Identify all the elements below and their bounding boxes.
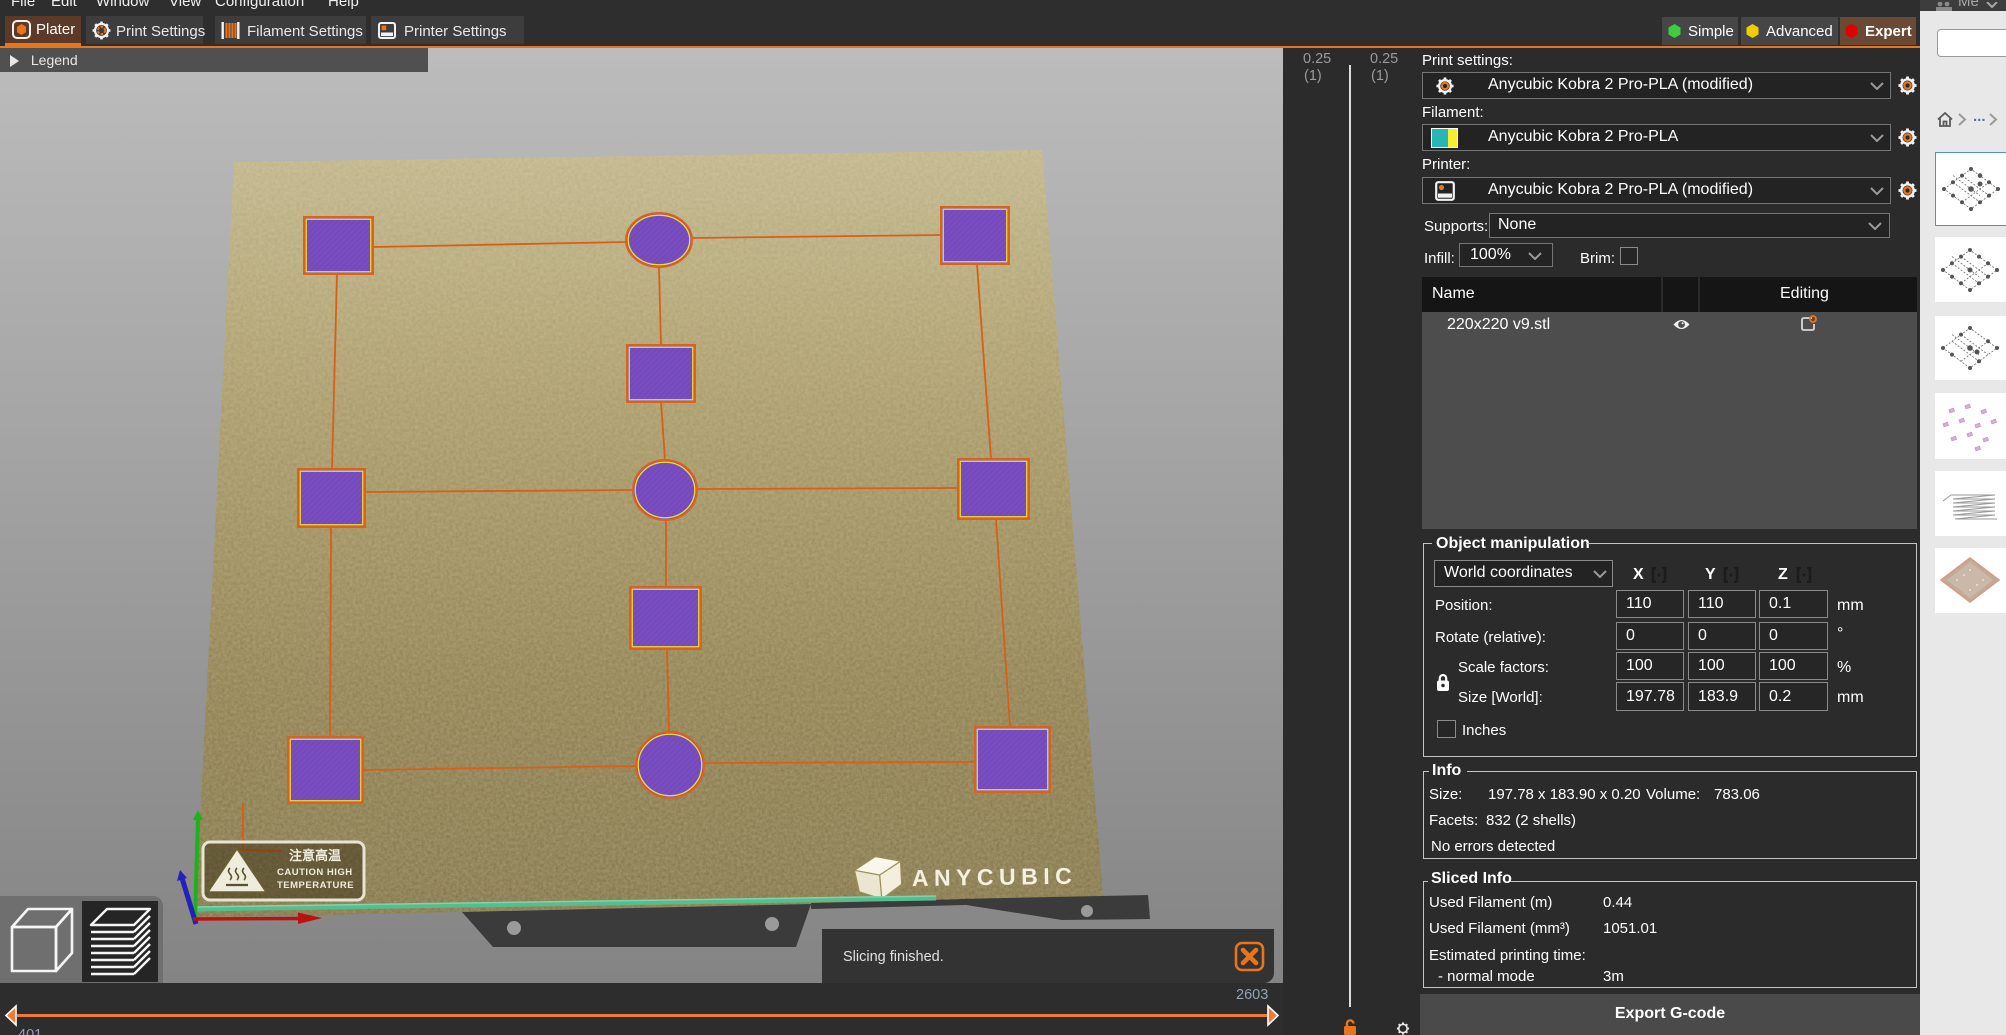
svg-text:ANYCUBIC: ANYCUBIC — [912, 863, 1078, 891]
svg-text:CAUTION HIGH: CAUTION HIGH — [277, 867, 353, 878]
svg-text:注意高温: 注意高温 — [289, 848, 341, 863]
svg-text:TEMPERATURE: TEMPERATURE — [277, 880, 354, 891]
